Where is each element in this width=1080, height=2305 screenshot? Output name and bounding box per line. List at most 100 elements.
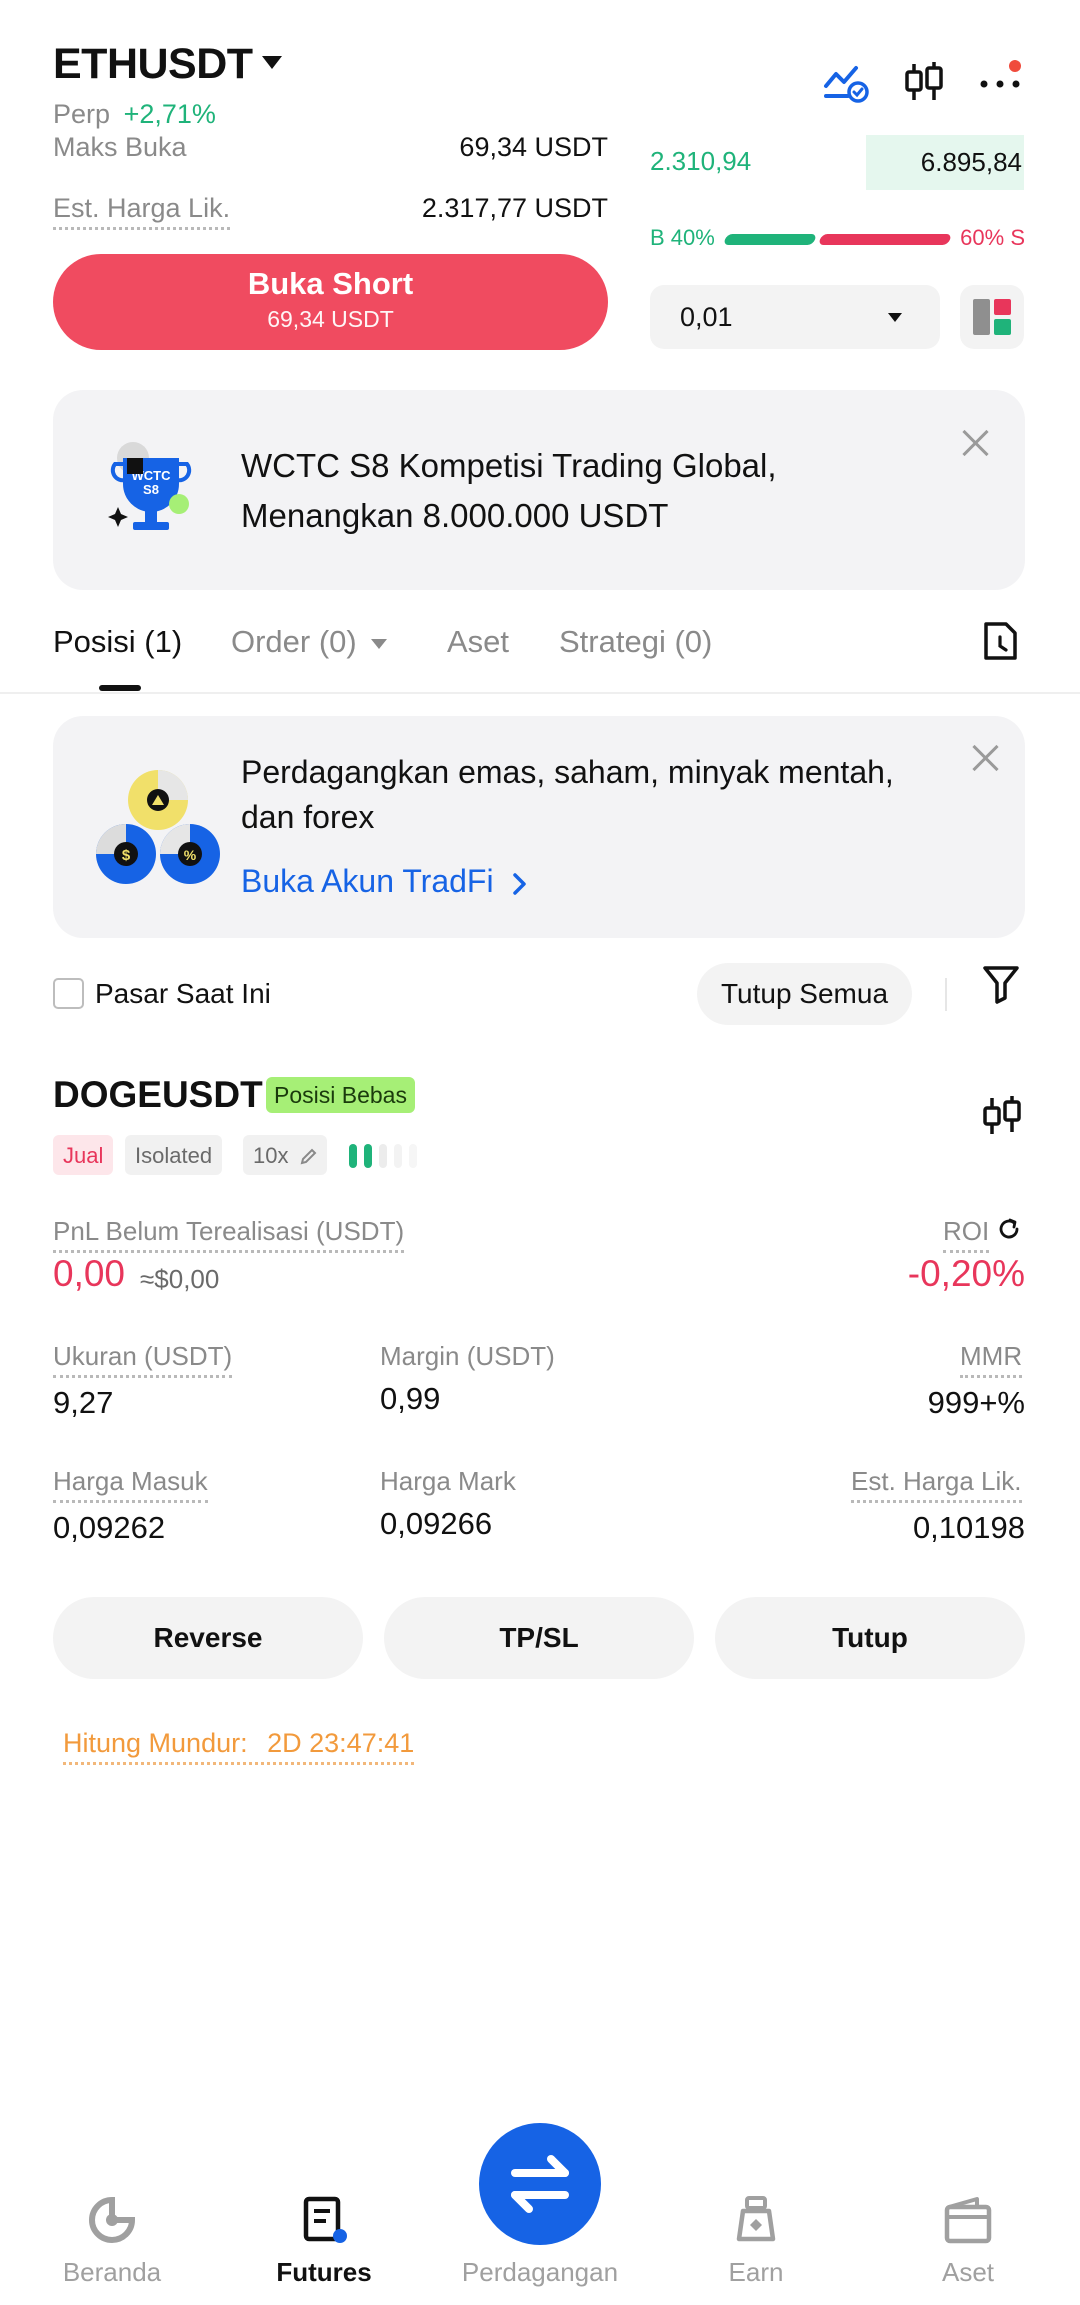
chevron-down-icon (888, 313, 902, 322)
current-market-label: Pasar Saat Ini (95, 978, 271, 1009)
position-badge: Posisi Bebas (266, 1077, 415, 1113)
roi-value: -0,20% (907, 1253, 1025, 1294)
max-open-label: Maks Buka (53, 132, 187, 162)
margin-label: Margin (USDT) (380, 1341, 555, 1371)
entry-price-value: 0,09262 (53, 1510, 166, 1545)
leverage-tag[interactable]: 10x (243, 1135, 327, 1175)
reverse-button[interactable]: Reverse (53, 1597, 363, 1679)
sell-ratio-label: 60% S (960, 225, 1025, 250)
margin-value[interactable]: 0,99 (380, 1381, 440, 1417)
earn-icon (736, 2196, 776, 2242)
precision-value: 0,01 (680, 302, 733, 332)
open-short-label: Buka Short (247, 266, 414, 301)
position-symbol[interactable]: DOGEUSDT (53, 1074, 263, 1116)
buy-ratio-label: B 40% (650, 225, 715, 250)
svg-text:$: $ (122, 847, 131, 864)
chevron-down-icon (371, 638, 388, 649)
wctc-banner-text: WCTC S8 Kompetisi Trading Global, Menang… (241, 447, 777, 534)
precision-select[interactable]: 0,01 (650, 285, 940, 349)
more-menu-icon[interactable] (978, 60, 1026, 104)
unrealized-pnl-label[interactable]: PnL Belum Terealisasi (USDT) (53, 1216, 405, 1253)
nav-home[interactable]: Beranda (4, 2195, 220, 2287)
countdown-label: Hitung Mundur: (63, 1728, 248, 1758)
position-chart-icon[interactable] (980, 1094, 1024, 1138)
nav-earn-label: Earn (728, 2257, 784, 2287)
est-liq-label[interactable]: Est. Harga Lik. (53, 193, 231, 230)
tradfi-link-label: Buka Akun TradFi (241, 863, 494, 899)
home-icon (89, 2196, 136, 2243)
tab-positions[interactable]: Posisi (1) (53, 624, 182, 660)
unrealized-pnl-usd: ≈$0,00 (140, 1264, 220, 1294)
nav-trade-label: Perdagangan (461, 2257, 619, 2287)
refresh-icon[interactable] (996, 1216, 1022, 1242)
risk-tier-bar-3 (379, 1144, 387, 1168)
trophy-text-s8: S8 (143, 482, 159, 497)
roi-label[interactable]: ROI (943, 1216, 990, 1253)
side-tag: Jual (53, 1135, 114, 1175)
nav-assets-label: Aset (941, 2257, 995, 2287)
orderbook-layout-icon (973, 299, 1011, 335)
futures-icon (303, 2196, 347, 2243)
max-open-value: 69,34 USDT (459, 132, 608, 162)
active-tab-indicator (99, 685, 141, 691)
price-alert-icon[interactable] (822, 60, 870, 104)
pair-title[interactable]: ETHUSDT (53, 40, 253, 89)
wallet-icon (944, 2197, 992, 2244)
open-short-amount: 69,34 USDT (267, 306, 394, 332)
edit-pencil-icon (300, 1148, 317, 1165)
sell-ratio-bar (817, 234, 953, 245)
close-tradfi-banner-icon[interactable] (968, 741, 1002, 775)
current-market-checkbox[interactable] (53, 978, 84, 1009)
entry-price-label[interactable]: Harga Masuk (53, 1466, 208, 1503)
open-tradfi-account-link[interactable]: Buka Akun TradFi (241, 863, 530, 900)
mmr-label[interactable]: MMR (960, 1341, 1023, 1378)
tp-sl-button[interactable]: TP/SL (384, 1597, 694, 1679)
close-wctc-banner-icon[interactable] (958, 426, 992, 460)
size-label[interactable]: Ukuran (USDT) (53, 1341, 233, 1378)
mmr-value: 999+% (927, 1385, 1025, 1420)
est-liq-value: 2.317,77 USDT (421, 193, 608, 223)
candlestick-chart-icon[interactable] (900, 60, 948, 104)
orderbook-layout-button[interactable] (960, 285, 1024, 349)
nav-assets[interactable]: Aset (860, 2195, 1076, 2287)
risk-tier-bar-2 (364, 1144, 372, 1168)
mark-price-value: 0,09266 (380, 1506, 493, 1541)
tradfi-coins-icon: $ % (94, 768, 224, 888)
nav-earn[interactable]: Earn (648, 2195, 864, 2287)
trophy-icon: WCTC S8 (105, 434, 205, 544)
leverage-value: 10x (253, 1143, 289, 1168)
open-short-button[interactable]: Buka Short 69,34 USDT (53, 254, 608, 350)
close-all-button[interactable]: Tutup Semua (697, 963, 912, 1025)
margin-mode-tag: Isolated (125, 1135, 223, 1175)
svg-text:%: % (184, 847, 197, 863)
tab-assets[interactable]: Aset (447, 624, 509, 660)
tab-orders-label: Order (0) (231, 624, 357, 659)
position-liq-label[interactable]: Est. Harga Lik. (851, 1466, 1022, 1503)
position-liq-value: 0,10198 (912, 1510, 1025, 1545)
filter-icon[interactable] (982, 964, 1020, 1004)
orderbook-amount[interactable]: 6.895,84 (866, 135, 1024, 190)
nav-trade[interactable]: Perdagangan (432, 2195, 648, 2287)
tradfi-banner-text: Perdagangkan emas, saham, minyak mentah,… (241, 754, 894, 835)
countdown[interactable]: Hitung Mundur: 2D 23:47:41 (63, 1728, 415, 1765)
tab-orders[interactable]: Order (0) (231, 624, 388, 660)
price-change: +2,71% (123, 99, 216, 129)
nav-futures[interactable]: Futures (216, 2195, 432, 2287)
tab-strategies[interactable]: Strategi (0) (559, 624, 712, 660)
nav-futures-label: Futures (276, 2257, 372, 2287)
risk-tier-bar-4 (394, 1144, 402, 1168)
pair-dropdown-caret-icon[interactable] (262, 56, 282, 69)
mark-price-label: Harga Mark (380, 1466, 516, 1496)
risk-tier-bar-1 (349, 1144, 357, 1168)
countdown-value: 2D 23:47:41 (267, 1728, 415, 1758)
nav-home-label: Beranda (62, 2257, 162, 2287)
buy-ratio-bar (722, 234, 818, 245)
chevron-right-icon (513, 872, 527, 895)
orderbook-price[interactable]: 2.310,94 (650, 146, 751, 177)
contract-type-label: Perp (53, 99, 111, 129)
contract-type: Perp +2,71% (53, 99, 216, 130)
size-value: 9,27 (53, 1385, 114, 1420)
filter-divider (945, 978, 947, 1011)
close-position-button[interactable]: Tutup (715, 1597, 1025, 1679)
history-document-icon[interactable] (982, 621, 1018, 661)
